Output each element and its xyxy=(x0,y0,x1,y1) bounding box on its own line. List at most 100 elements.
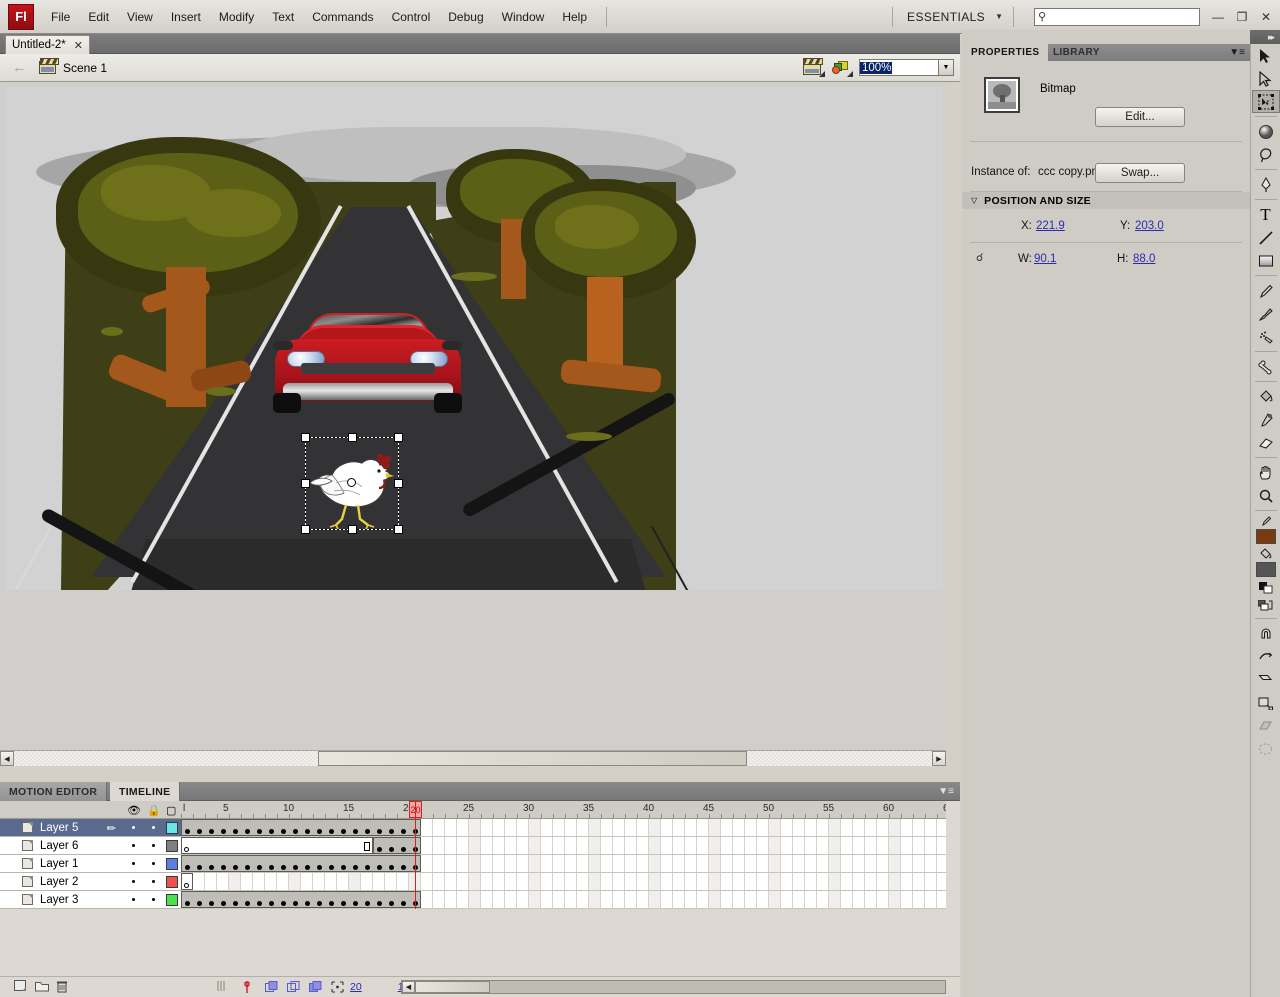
keyframe-marker[interactable] xyxy=(293,865,298,870)
keyframe-marker[interactable] xyxy=(245,865,250,870)
envelope-button[interactable] xyxy=(1252,737,1280,760)
keyframe-marker[interactable] xyxy=(329,901,334,906)
keyframe-marker[interactable] xyxy=(233,901,238,906)
selection-tool-icon[interactable] xyxy=(1252,44,1280,67)
keyframe-marker[interactable] xyxy=(365,865,370,870)
transform-handle-ml[interactable] xyxy=(301,479,310,488)
keyframe-marker[interactable] xyxy=(281,865,286,870)
back-arrow-icon[interactable]: ← xyxy=(12,59,27,76)
keyframe-marker[interactable] xyxy=(377,847,382,852)
keyframe-marker[interactable] xyxy=(209,901,214,906)
layer-outline-color[interactable] xyxy=(166,822,178,834)
frame-column[interactable] xyxy=(841,819,853,909)
keyframe-marker[interactable] xyxy=(389,865,394,870)
frame-column[interactable] xyxy=(937,819,946,909)
menu-view[interactable]: View xyxy=(118,6,162,28)
hscroll-thumb[interactable] xyxy=(318,751,747,766)
scroll-right-button[interactable]: ▶ xyxy=(932,751,946,766)
frame-span[interactable] xyxy=(181,855,421,872)
keyframe-marker[interactable] xyxy=(341,865,346,870)
visibility-toggle[interactable] xyxy=(132,826,135,829)
timeline-horizontal-scrollbar[interactable]: ◀ xyxy=(401,980,946,994)
close-button[interactable]: ✕ xyxy=(1260,10,1272,24)
frame-column[interactable] xyxy=(613,819,625,909)
keyframe-marker[interactable] xyxy=(245,829,250,834)
zoom-tool-icon[interactable] xyxy=(1252,484,1280,507)
frame-column[interactable] xyxy=(901,819,913,909)
free-transform-tool-icon[interactable] xyxy=(1251,90,1280,113)
tab-motion-editor[interactable]: MOTION EDITOR xyxy=(0,782,108,801)
frame-span[interactable] xyxy=(181,837,373,854)
menu-debug[interactable]: Debug xyxy=(439,6,492,28)
eraser-tool-icon[interactable] xyxy=(1252,431,1280,454)
layer-row[interactable]: Layer 1 xyxy=(0,855,181,873)
keyframe-marker[interactable] xyxy=(293,901,298,906)
visibility-toggle[interactable] xyxy=(132,880,135,883)
stage-area[interactable] xyxy=(0,82,946,765)
modify-onion-markers-button[interactable] xyxy=(331,980,344,994)
frame-column[interactable] xyxy=(673,819,685,909)
keyframe-marker[interactable] xyxy=(269,865,274,870)
keyframe-marker[interactable] xyxy=(185,901,190,906)
close-icon[interactable]: ✕ xyxy=(74,39,83,52)
keyframe-marker[interactable] xyxy=(317,829,322,834)
blank-keyframe-marker[interactable] xyxy=(184,847,189,852)
swap-colors-button[interactable] xyxy=(1252,597,1280,615)
scene-name-label[interactable]: Scene 1 xyxy=(63,61,107,75)
outline-icon[interactable]: ▢ xyxy=(166,804,176,817)
layer-row[interactable]: Layer 6 xyxy=(0,837,181,855)
keyframe-marker[interactable] xyxy=(233,865,238,870)
frame-column[interactable] xyxy=(493,819,505,909)
frame-column[interactable] xyxy=(733,819,745,909)
menu-control[interactable]: Control xyxy=(383,6,440,28)
layer-outline-color[interactable] xyxy=(166,840,178,852)
keyframe-marker[interactable] xyxy=(293,829,298,834)
keyframe-marker[interactable] xyxy=(377,829,382,834)
visibility-toggle[interactable] xyxy=(132,844,135,847)
keyframe-marker[interactable] xyxy=(401,847,406,852)
stage-horizontal-scrollbar[interactable]: ◀ ▶ xyxy=(0,750,946,766)
frame-column[interactable] xyxy=(445,819,457,909)
keyframe-marker[interactable] xyxy=(305,829,310,834)
frame-span[interactable] xyxy=(181,891,421,908)
visibility-toggle[interactable] xyxy=(132,862,135,865)
menu-help[interactable]: Help xyxy=(553,6,596,28)
playhead-line[interactable] xyxy=(415,801,416,909)
layer-name[interactable]: Layer 3 xyxy=(40,894,78,906)
paint-bucket-tool-icon[interactable] xyxy=(1252,385,1280,408)
new-layer-button[interactable] xyxy=(14,980,29,994)
frame-column[interactable] xyxy=(913,819,925,909)
transform-handle-bc[interactable] xyxy=(348,525,357,534)
menu-file[interactable]: File xyxy=(42,6,79,28)
document-tab[interactable]: Untitled-2* ✕ xyxy=(5,35,90,54)
frame-column[interactable] xyxy=(589,819,601,909)
frame-column[interactable] xyxy=(853,819,865,909)
current-frame-indicator[interactable]: 20 xyxy=(350,981,362,993)
h-value[interactable]: 88.0 xyxy=(1133,253,1155,265)
tools-panel[interactable]: T xyxy=(1250,44,1280,997)
keyframe-marker[interactable] xyxy=(221,901,226,906)
hand-tool-icon[interactable] xyxy=(1252,461,1280,484)
keyframe-marker[interactable] xyxy=(389,847,394,852)
keyframe-marker[interactable] xyxy=(269,829,274,834)
minimize-button[interactable]: — xyxy=(1212,10,1224,24)
menu-edit[interactable]: Edit xyxy=(79,6,118,28)
scroll-left-button[interactable]: ◀ xyxy=(0,751,14,766)
transform-handle-bl[interactable] xyxy=(301,525,310,534)
lock-toggle[interactable] xyxy=(152,898,155,901)
zoom-dropdown-button[interactable]: ▼ xyxy=(939,59,954,76)
pencil-tool-icon[interactable] xyxy=(1252,279,1280,302)
frame-column[interactable] xyxy=(745,819,757,909)
layer-outline-color[interactable] xyxy=(166,876,178,888)
frame-column[interactable] xyxy=(685,819,697,909)
onion-skin-button[interactable] xyxy=(265,980,278,994)
frame-column[interactable] xyxy=(889,819,901,909)
black-white-button[interactable] xyxy=(1252,579,1280,597)
position-size-section-header[interactable]: ▽ POSITION AND SIZE xyxy=(962,192,1250,209)
smooth-button[interactable] xyxy=(1252,668,1280,691)
keyframe-marker[interactable] xyxy=(197,829,202,834)
timeline-scroll-left[interactable]: ◀ xyxy=(402,981,415,993)
pen-tool-icon[interactable] xyxy=(1252,173,1280,196)
gradient-transform-tool-icon[interactable] xyxy=(1252,120,1280,143)
edit-multiple-frames-button[interactable] xyxy=(309,980,322,994)
